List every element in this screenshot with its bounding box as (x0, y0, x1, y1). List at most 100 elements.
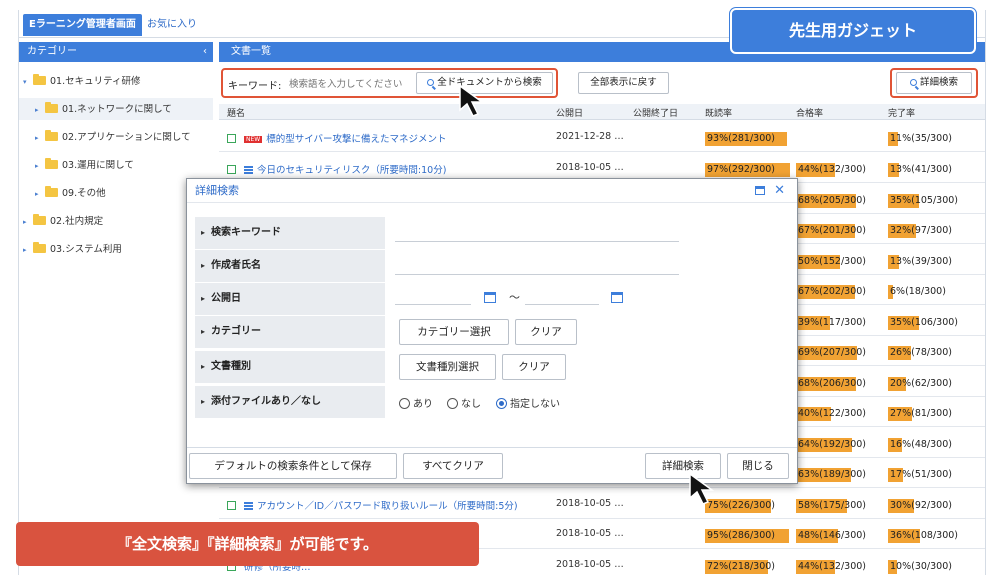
table-row[interactable]: NEW 標的型サイバー攻撃に備えたマネジメント 2021-12-28 … 93%(28… (219, 124, 985, 152)
category-field-label: カテゴリー (195, 316, 385, 348)
col-done[interactable]: 完了率 (888, 106, 915, 119)
sidebar-item-label: 03.システム利用 (50, 244, 122, 255)
pass-rate-text: 68%(206/300) (798, 378, 866, 389)
done-rate-bar: 16%(48/300) (888, 438, 976, 452)
pass-rate-text: 67%(201/300) (798, 225, 866, 236)
folder-icon (33, 214, 46, 225)
done-rate-text: 17%(51/300) (890, 469, 952, 480)
col-pass[interactable]: 合格率 (796, 106, 823, 119)
folder-icon (45, 186, 58, 197)
sidebar-header: カテゴリー ‹ (19, 42, 213, 62)
pass-rate-text: 63%(189/300) (798, 469, 866, 480)
table-row[interactable]: アカウント／ID／パスワード取り扱いルール（所要時間:5分) 2018-10-05… (219, 491, 985, 519)
pass-rate-text: 64%(192/300) (798, 439, 866, 450)
document-title: 今日のセキュリティリスク（所要時間:10分) (257, 165, 447, 176)
read-rate-bar: 95%(286/300) (705, 529, 793, 543)
sidebar-item-4[interactable]: ▸ 03.運用に関して (35, 158, 134, 174)
pass-rate-bar: 68%(206/300) (796, 377, 884, 391)
pass-rate-text: 44%(132/300) (798, 561, 866, 572)
cursor-icon (689, 472, 715, 505)
keyword-input[interactable] (289, 74, 409, 94)
folder-icon (33, 74, 46, 85)
caret-right-icon[interactable]: ▸ (35, 102, 43, 118)
pass-rate-text: 58%(175/300) (798, 500, 866, 511)
edit-icon[interactable] (227, 501, 236, 510)
caret-down-icon[interactable]: ▾ (23, 74, 31, 90)
edit-icon[interactable] (227, 165, 236, 174)
caret-right-icon[interactable]: ▸ (35, 158, 43, 174)
col-title[interactable]: 題名 (227, 106, 245, 119)
done-rate-bar: 36%(108/300) (888, 529, 976, 543)
tab-favorites[interactable]: お気に入り (141, 14, 203, 36)
folder-icon (45, 158, 58, 169)
calendar-icon[interactable] (611, 292, 623, 303)
done-rate-bar: 13%(39/300) (888, 255, 976, 269)
edit-icon[interactable] (227, 134, 236, 143)
document-title-link[interactable]: アカウント／ID／パスワード取り扱いルール（所要時間:5分) (227, 498, 518, 512)
sidebar-item-7[interactable]: ▸ 03.システム利用 (23, 242, 122, 258)
radio-button[interactable] (447, 398, 458, 409)
category-clear-button[interactable]: クリア (515, 319, 577, 345)
done-rate-text: 27%(81/300) (890, 408, 952, 419)
sidebar-item-label: 09.その他 (62, 188, 106, 199)
search-icon (909, 79, 917, 86)
done-rate-text: 30%(92/300) (890, 500, 952, 511)
category-select-button[interactable]: カテゴリー選択 (399, 319, 509, 345)
pass-rate-text: 68%(205/300) (798, 195, 866, 206)
pass-rate-bar: 63%(189/300) (796, 468, 884, 482)
pass-rate-bar: 67%(201/300) (796, 224, 884, 238)
radio-unspecified[interactable]: 指定しない (496, 395, 560, 410)
advanced-search-button[interactable]: 詳細検索 (896, 72, 972, 94)
caret-right-icon[interactable]: ▸ (23, 242, 31, 258)
sidebar-item-5[interactable]: ▸ 09.その他 (35, 186, 106, 202)
read-rate-bar: 72%(218/300) (705, 560, 793, 574)
author-field[interactable] (395, 257, 679, 275)
done-rate-text: 20%(62/300) (890, 378, 952, 389)
sidebar-item-2[interactable]: ▸ 01.ネットワークに関して (35, 102, 172, 118)
doc-type-select-button[interactable]: 文書種別選択 (399, 354, 496, 380)
caret-right-icon[interactable]: ▸ (35, 186, 43, 202)
done-rate-text: 36%(108/300) (890, 530, 958, 541)
calendar-icon[interactable] (484, 292, 496, 303)
folder-icon (45, 102, 58, 113)
col-end[interactable]: 公開終了日 (633, 106, 678, 119)
done-rate-text: 35%(106/300) (890, 317, 958, 328)
done-rate-text: 13%(39/300) (890, 256, 952, 267)
radio-no[interactable]: なし (447, 395, 481, 410)
pass-rate-bar: 44%(132/300) (796, 163, 884, 177)
maximize-icon[interactable] (755, 186, 765, 195)
show-all-button[interactable]: 全部表示に戻す (578, 72, 669, 94)
pass-rate-text: 69%(207/300) (798, 347, 866, 358)
sidebar-item-3[interactable]: ▸ 02.アプリケーションに関して (35, 130, 191, 146)
radio-button-selected[interactable] (496, 398, 507, 409)
sidebar-item-1[interactable]: ▾ 01.セキュリティ研修 (23, 74, 141, 90)
doc-type-clear-button[interactable]: クリア (502, 354, 566, 380)
date-from-field[interactable] (395, 287, 471, 305)
col-published[interactable]: 公開日 (556, 106, 583, 119)
pass-rate-text: 39%(117/300) (798, 317, 866, 328)
radio-yes[interactable]: あり (399, 395, 433, 410)
dialog-close-button[interactable]: 閉じる (727, 453, 789, 479)
tab-admin[interactable]: Eラーニング管理者画面 (23, 14, 142, 36)
save-default-button[interactable]: デフォルトの検索条件として保存 (189, 453, 397, 479)
document-title-link[interactable]: NEW 標的型サイバー攻撃に備えたマネジメント (227, 131, 447, 145)
collapse-icon[interactable]: ‹ (203, 42, 207, 62)
done-rate-bar: 35%(105/300) (888, 194, 976, 208)
caret-right-icon[interactable]: ▸ (35, 130, 43, 146)
caret-right-icon[interactable]: ▸ (23, 214, 31, 230)
sidebar-item-6[interactable]: ▸ 02.社内規定 (23, 214, 103, 230)
read-rate-text: 95%(286/300) (707, 530, 775, 541)
date-to-field[interactable] (525, 287, 599, 305)
done-rate-bar: 10%(30/300) (888, 560, 976, 574)
col-read[interactable]: 既読率 (705, 106, 732, 119)
done-rate-text: 6%(18/300) (890, 286, 946, 297)
keyword-field[interactable] (395, 224, 679, 242)
close-icon[interactable]: ✕ (774, 179, 785, 203)
published-date: 2021-12-28 … (556, 131, 624, 142)
radio-button[interactable] (399, 398, 410, 409)
sidebar-item-label: 02.アプリケーションに関して (62, 132, 191, 143)
clear-all-button[interactable]: すべてクリア (403, 453, 503, 479)
keyword-label: キーワード: (228, 81, 282, 92)
radio-no-label: なし (461, 399, 481, 410)
document-title-link[interactable]: 今日のセキュリティリスク（所要時間:10分) (227, 162, 446, 176)
